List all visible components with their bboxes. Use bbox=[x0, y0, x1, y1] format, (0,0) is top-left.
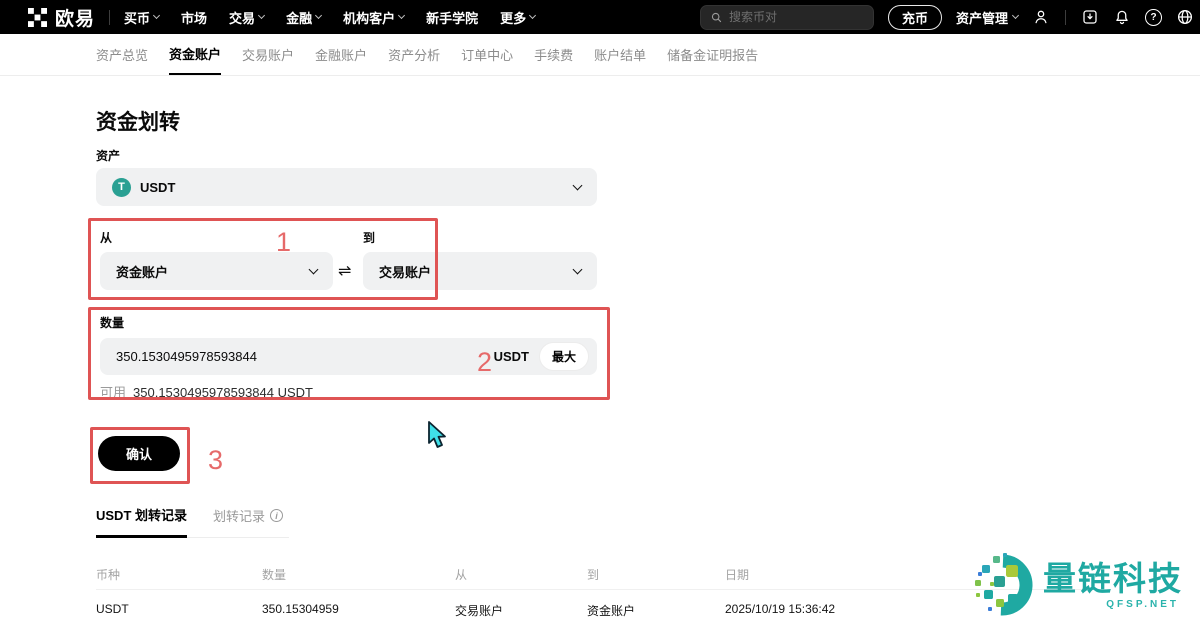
from-account-select[interactable]: 资金账户 bbox=[100, 252, 333, 290]
from-select-value: 资金账户 bbox=[116, 262, 168, 281]
nav-buy-crypto[interactable]: 买币 bbox=[124, 8, 159, 27]
subnav-account-statement[interactable]: 账户结单 bbox=[594, 34, 646, 75]
usdt-coin-icon: T bbox=[112, 178, 131, 197]
available-balance: 可用 350.1530495978593844 USDT bbox=[100, 382, 313, 401]
nav-trade[interactable]: 交易 bbox=[229, 8, 264, 27]
history-tabs: USDT 划转记录 划转记录 i bbox=[96, 505, 289, 538]
divider bbox=[1065, 10, 1066, 25]
subnav-order-center[interactable]: 订单中心 bbox=[461, 34, 513, 75]
amount-input[interactable] bbox=[116, 349, 484, 364]
help-icon[interactable]: ? bbox=[1145, 9, 1162, 26]
to-account-select[interactable]: 交易账户 bbox=[363, 252, 597, 290]
watermark-domain: QFSP.NET bbox=[1106, 599, 1179, 610]
assets-management-menu[interactable]: 资产管理 bbox=[956, 8, 1018, 27]
search-icon bbox=[710, 11, 723, 24]
table-row: USDT 350.15304959 交易账户 资金账户 2025/10/19 1… bbox=[96, 602, 1104, 619]
qfsp-watermark: 量链科技 QFSP.NET bbox=[973, 552, 1183, 618]
divider bbox=[109, 10, 110, 25]
tab-transfer-history[interactable]: 划转记录 i bbox=[213, 505, 283, 537]
subnav-finance-account[interactable]: 金融账户 bbox=[315, 34, 367, 75]
available-value: 350.1530495978593844 USDT bbox=[133, 385, 313, 400]
col-coin: 币种 bbox=[96, 566, 262, 583]
subnav-funding-account[interactable]: 资金账户 bbox=[169, 34, 221, 75]
chevron-down-icon bbox=[398, 12, 405, 19]
col-amount: 数量 bbox=[262, 566, 455, 583]
to-select-value: 交易账户 bbox=[379, 262, 431, 281]
amount-label: 数量 bbox=[100, 314, 124, 331]
primary-nav: 买币 市场 交易 金融 机构客户 新手学院 更多 bbox=[124, 8, 535, 27]
subnav-assets-overview[interactable]: 资产总览 bbox=[96, 34, 148, 75]
info-icon: i bbox=[270, 509, 283, 522]
asset-select[interactable]: T USDT bbox=[96, 168, 597, 206]
nav-markets[interactable]: 市场 bbox=[181, 8, 207, 27]
download-app-icon[interactable] bbox=[1081, 8, 1099, 26]
top-navigation-bar: 欧易 买币 市场 交易 金融 机构客户 新手学院 更多 充币 资产管理 ? bbox=[0, 0, 1200, 34]
notifications-bell-icon[interactable] bbox=[1113, 8, 1131, 26]
cell-from: 交易账户 bbox=[455, 602, 587, 619]
deposit-button[interactable]: 充币 bbox=[888, 5, 942, 30]
page-title: 资金划转 bbox=[96, 106, 180, 136]
okx-logo[interactable]: 欧易 bbox=[28, 4, 95, 31]
history-table-header: 币种 数量 从 到 日期 bbox=[96, 566, 1104, 583]
profile-icon[interactable] bbox=[1032, 8, 1050, 26]
chevron-down-icon bbox=[573, 265, 583, 275]
cell-to: 资金账户 bbox=[587, 602, 725, 619]
confirm-button[interactable]: 确认 bbox=[98, 436, 180, 471]
subnav-fees[interactable]: 手续费 bbox=[534, 34, 573, 75]
chevron-down-icon bbox=[258, 12, 265, 19]
tab-usdt-transfer-history[interactable]: USDT 划转记录 bbox=[96, 505, 187, 538]
okx-logo-icon bbox=[28, 8, 47, 27]
nav-more[interactable]: 更多 bbox=[500, 8, 535, 27]
watermark-name: 量链科技 bbox=[1043, 560, 1183, 598]
swap-direction-icon[interactable]: ⇌ bbox=[338, 261, 351, 281]
cell-coin: USDT bbox=[96, 602, 262, 619]
account-sub-navigation: 资产总览 资金账户 交易账户 金融账户 资产分析 订单中心 手续费 账户结单 储… bbox=[0, 34, 1200, 76]
col-from: 从 bbox=[455, 566, 587, 583]
available-label: 可用 bbox=[100, 385, 126, 400]
search-box[interactable] bbox=[700, 5, 874, 30]
subnav-proof-of-reserves[interactable]: 储备金证明报告 bbox=[667, 34, 758, 75]
chevron-down-icon bbox=[309, 265, 319, 275]
qfsp-logo-icon bbox=[973, 552, 1037, 618]
subnav-asset-analysis[interactable]: 资产分析 bbox=[388, 34, 440, 75]
nav-finance[interactable]: 金融 bbox=[286, 8, 321, 27]
subnav-trading-account[interactable]: 交易账户 bbox=[242, 34, 294, 75]
from-label: 从 bbox=[100, 229, 112, 246]
amount-unit: USDT bbox=[494, 349, 529, 364]
search-input[interactable] bbox=[729, 10, 864, 24]
chevron-down-icon bbox=[315, 12, 322, 19]
mouse-cursor bbox=[426, 421, 450, 451]
language-globe-icon[interactable] bbox=[1176, 8, 1194, 26]
nav-institutions[interactable]: 机构客户 bbox=[343, 8, 404, 27]
to-label: 到 bbox=[363, 229, 375, 246]
chevron-down-icon bbox=[1012, 12, 1019, 19]
asset-select-value: USDT bbox=[140, 180, 175, 195]
chevron-down-icon bbox=[153, 12, 160, 19]
nav-academy[interactable]: 新手学院 bbox=[426, 8, 478, 27]
table-divider bbox=[96, 589, 1104, 590]
col-to: 到 bbox=[587, 566, 725, 583]
annotation-number-3: 3 bbox=[208, 445, 223, 476]
brand-name: 欧易 bbox=[55, 4, 95, 31]
chevron-down-icon bbox=[573, 181, 583, 191]
max-button[interactable]: 最大 bbox=[539, 342, 589, 371]
asset-label: 资产 bbox=[96, 147, 120, 164]
chevron-down-icon bbox=[529, 12, 536, 19]
cell-amount: 350.15304959 bbox=[262, 602, 455, 619]
amount-field[interactable]: USDT 最大 bbox=[100, 338, 597, 375]
